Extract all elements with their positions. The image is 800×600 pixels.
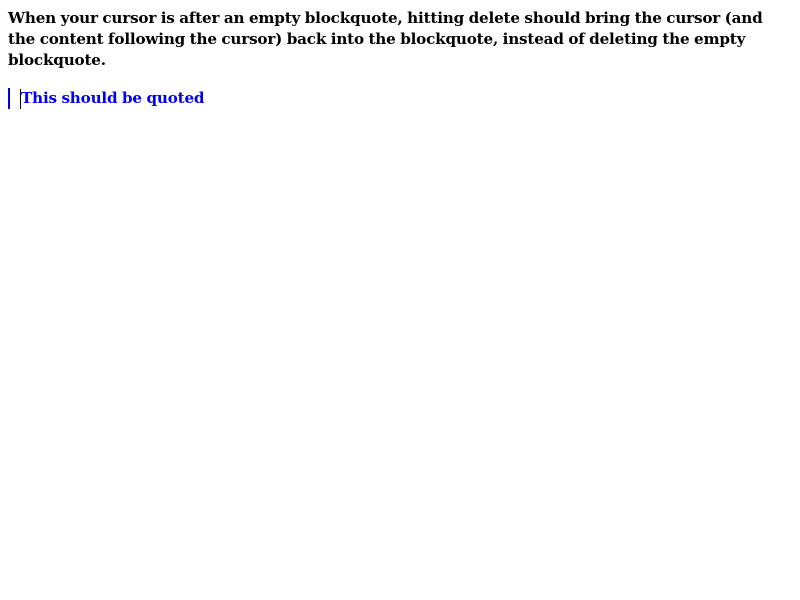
blockquote[interactable]: This should be quoted [8, 88, 792, 109]
page: When your cursor is after an empty block… [0, 0, 800, 600]
editable-area[interactable]: This should be quoted [8, 88, 792, 110]
instructions-text: When your cursor is after an empty block… [8, 9, 763, 69]
blockquote-text[interactable]: This should be quoted [21, 88, 205, 109]
